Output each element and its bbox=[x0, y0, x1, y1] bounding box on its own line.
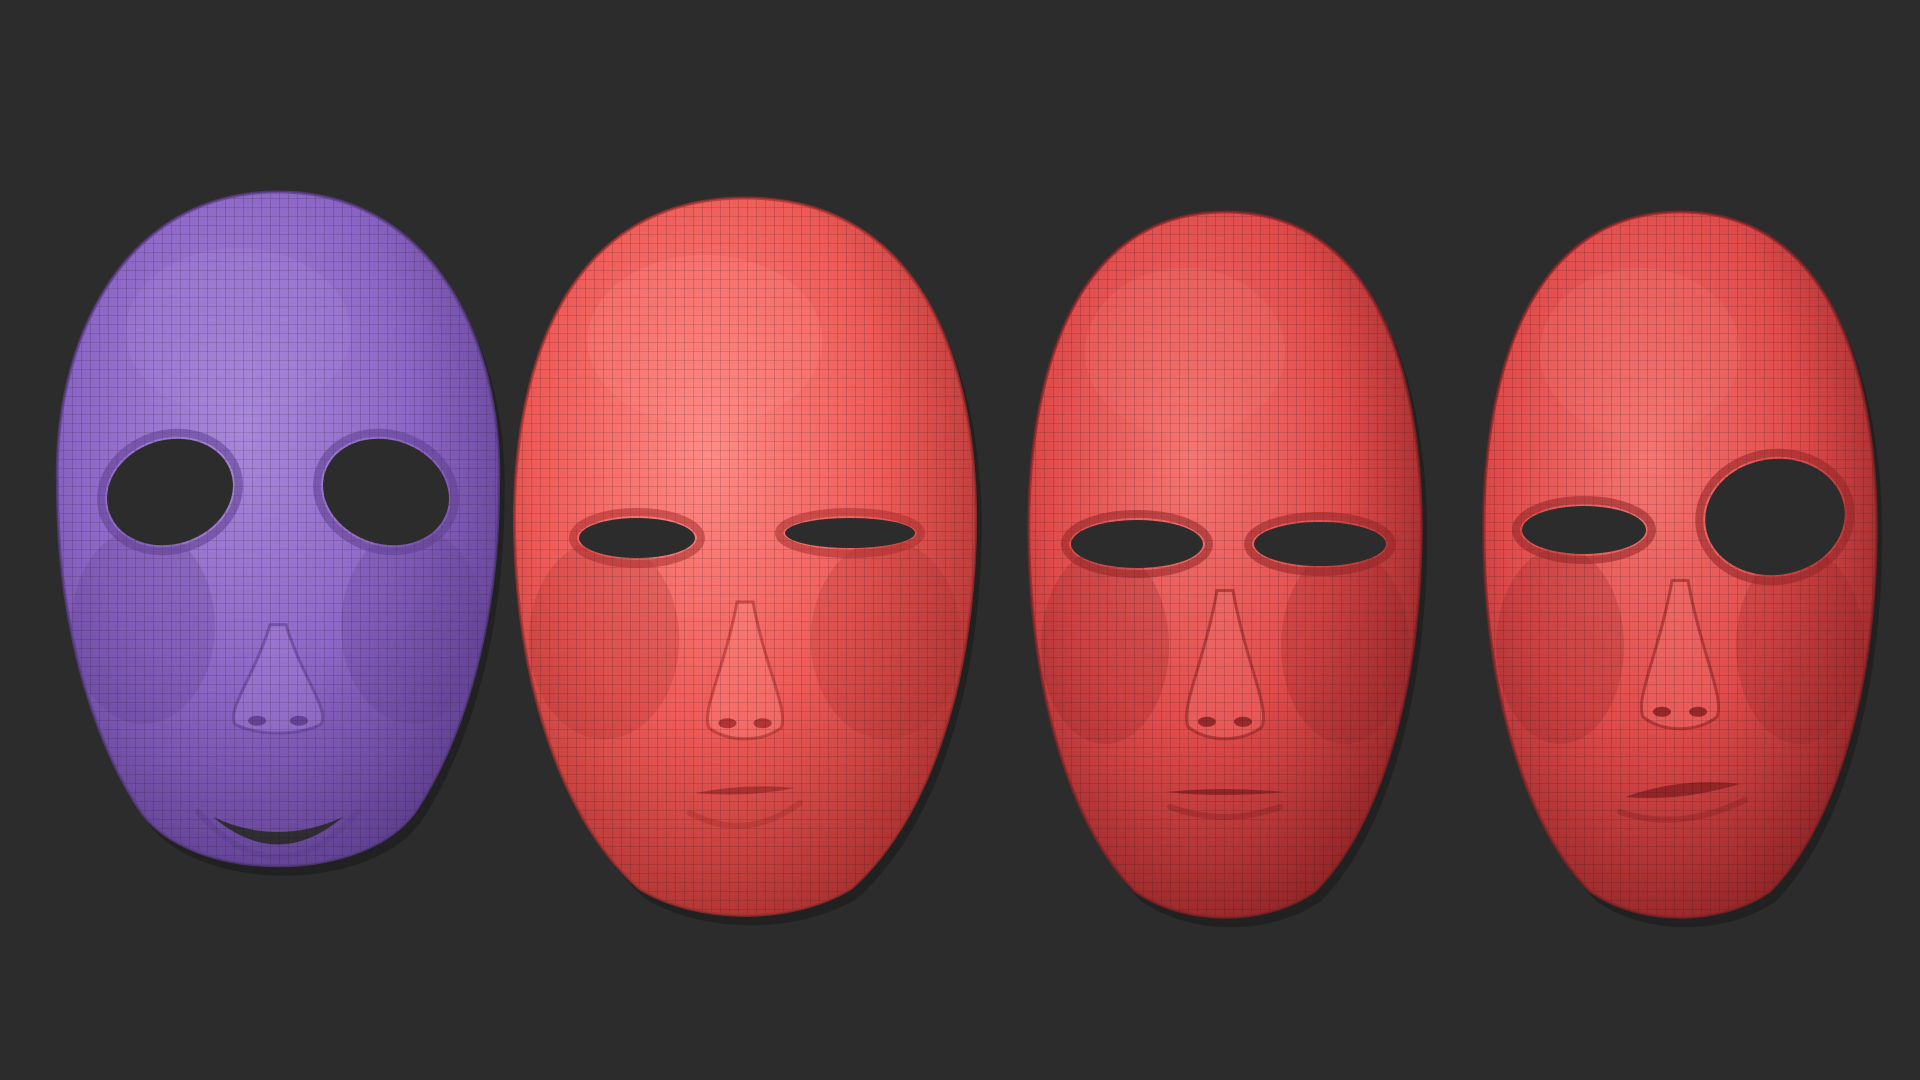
left-eye-hole bbox=[579, 518, 695, 558]
viewport bbox=[0, 0, 1920, 1080]
left-eye-hole bbox=[1071, 520, 1203, 568]
left-eye-hole bbox=[1522, 506, 1646, 554]
right-eye-hole bbox=[785, 518, 915, 548]
right-eye-hole bbox=[1254, 522, 1386, 566]
mask-scene bbox=[0, 0, 1920, 1080]
